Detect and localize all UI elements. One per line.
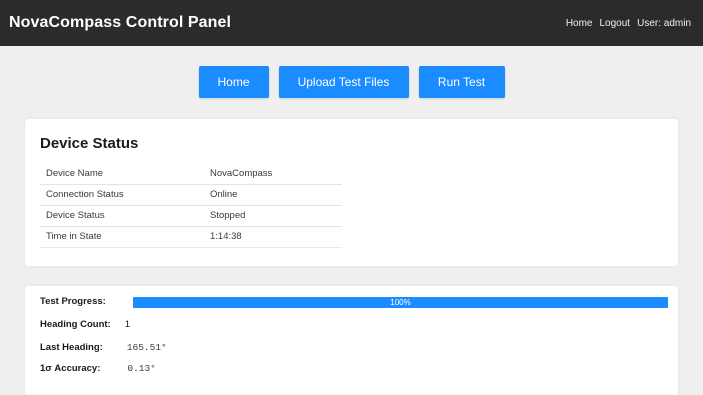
device-status-card: Device Status Device Name NovaCompass Co… bbox=[25, 119, 678, 266]
nav-home-link[interactable]: Home bbox=[566, 18, 593, 29]
last-heading-row: Last Heading: 165.51° bbox=[40, 342, 167, 353]
test-progress-card: Test Progress: 100% Heading Count: 1 Las… bbox=[25, 286, 678, 395]
table-row: Connection Status Online bbox=[40, 184, 342, 206]
progress-percent-text: 100% bbox=[390, 298, 411, 307]
table-row: Device Name NovaCompass bbox=[40, 163, 342, 185]
home-button[interactable]: Home bbox=[198, 66, 269, 98]
heading-count-row: Heading Count: 1 bbox=[40, 319, 130, 330]
status-key: Time in State bbox=[40, 226, 204, 248]
device-status-table: Device Name NovaCompass Connection Statu… bbox=[40, 163, 342, 248]
accuracy-value: 0.13° bbox=[127, 363, 156, 374]
status-key: Connection Status bbox=[40, 184, 204, 206]
last-heading-value: 165.51° bbox=[126, 342, 167, 353]
last-heading-label: Last Heading: bbox=[40, 342, 103, 353]
status-key: Device Name bbox=[40, 163, 204, 185]
progress-bar-fill: 100% bbox=[133, 297, 668, 308]
top-navbar: NovaCompass Control Panel Home Logout Us… bbox=[0, 0, 703, 46]
progress-row: Test Progress: bbox=[40, 296, 106, 307]
test-progress-label: Test Progress: bbox=[40, 296, 106, 307]
accuracy-label: 1σ Accuracy: bbox=[40, 363, 101, 374]
status-value: Stopped bbox=[204, 205, 342, 227]
run-test-button[interactable]: Run Test bbox=[418, 66, 505, 98]
heading-count-label: Heading Count: bbox=[40, 319, 111, 330]
table-row: Time in State 1:14:38 bbox=[40, 226, 342, 248]
status-value: 1:14:38 bbox=[204, 226, 342, 248]
status-value: NovaCompass bbox=[204, 163, 342, 185]
top-nav: Home Logout User: admin bbox=[566, 18, 691, 29]
action-bar: Home Upload Test Files Run Test bbox=[0, 66, 703, 98]
nav-logout-link[interactable]: Logout bbox=[600, 18, 631, 29]
table-row: Device Status Stopped bbox=[40, 205, 342, 227]
heading-count-value: 1 bbox=[124, 319, 131, 330]
app-title: NovaCompass Control Panel bbox=[9, 14, 232, 31]
accuracy-row: 1σ Accuracy: 0.13° bbox=[40, 363, 156, 374]
status-value: Online bbox=[204, 184, 342, 206]
progress-bar: 100% bbox=[133, 297, 668, 308]
upload-test-files-button[interactable]: Upload Test Files bbox=[278, 66, 409, 98]
nav-user-link[interactable]: User: admin bbox=[637, 18, 691, 29]
device-status-title: Device Status bbox=[40, 135, 139, 152]
status-key: Device Status bbox=[40, 205, 204, 227]
